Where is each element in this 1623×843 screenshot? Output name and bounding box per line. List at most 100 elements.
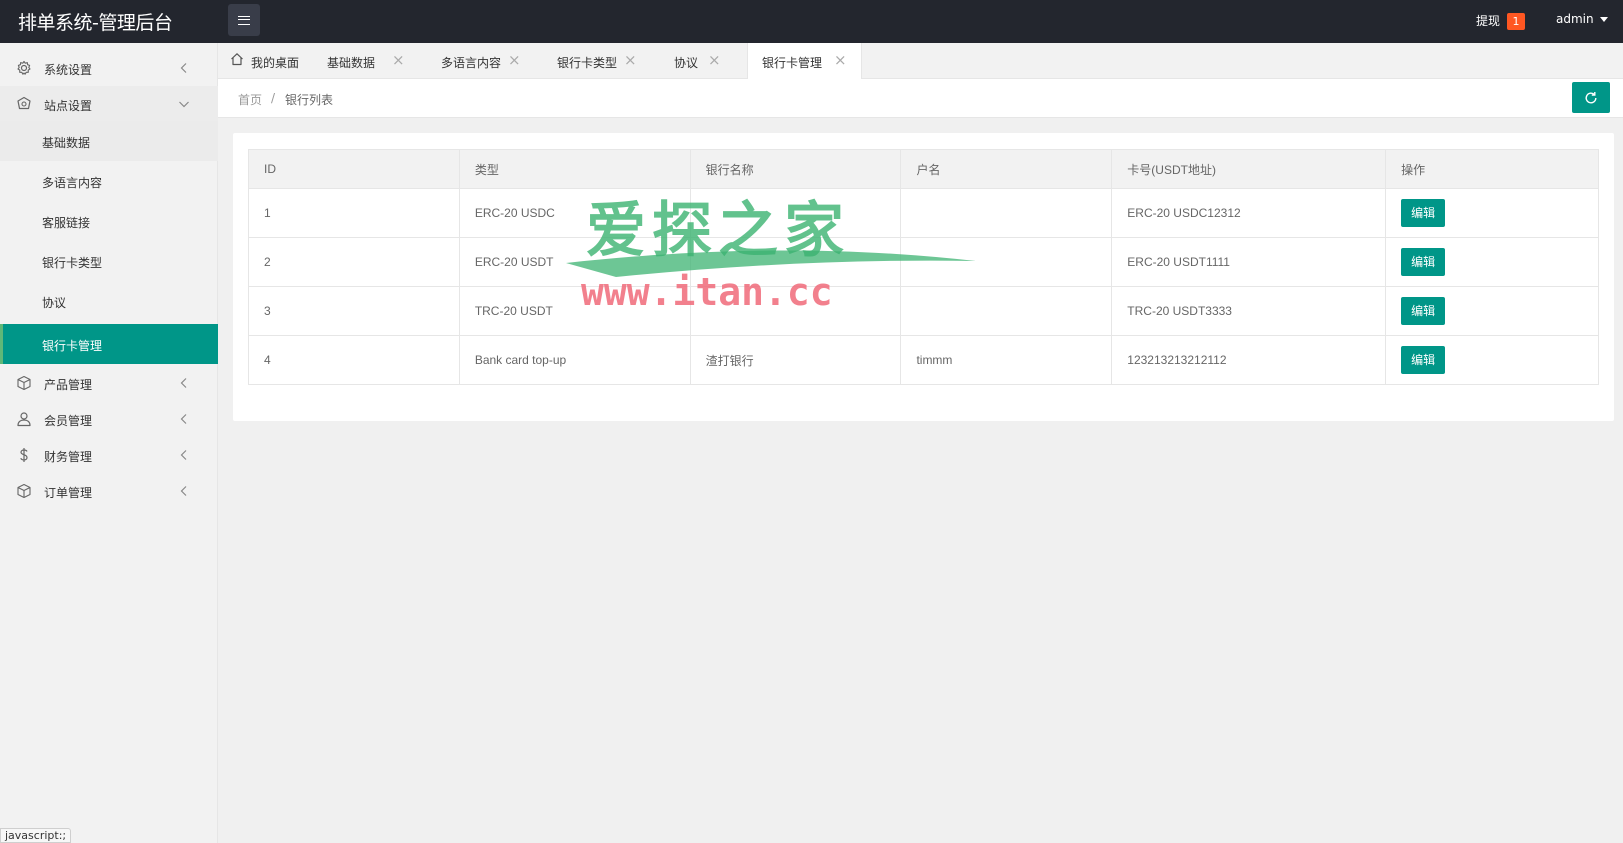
dollar-icon <box>16 447 32 463</box>
cell-id: 3 <box>248 286 460 336</box>
cell-account-holder: timmm <box>900 335 1113 385</box>
sidebar-item-finance[interactable]: 财务管理 <box>0 437 218 473</box>
close-icon[interactable]: × <box>708 51 721 69</box>
breadcrumb-current: 银行列表 <box>285 93 334 107</box>
sidebar-subitem-label: 基础数据 <box>42 136 91 150</box>
table-row: 4 Bank card top-up 渣打银行 timmm 1232132132… <box>248 335 1599 385</box>
tab-bar: 我的桌面 基础数据 × 多语言内容 × 银行卡类型 × 协议 × 银行卡管理 × <box>218 43 1623 80</box>
sidebar-item-label: 站点设置 <box>44 99 93 113</box>
refresh-icon <box>1584 91 1598 105</box>
sidebar-subitem-multilang[interactable]: 多语言内容 <box>0 161 218 201</box>
sidebar: 系统设置 站点设置 基础数据 多语言内容 客服链接 银行卡类型 协议 银行卡管理… <box>0 43 218 843</box>
tab-label: 多语言内容 <box>441 56 502 70</box>
tab-label: 协议 <box>674 56 699 70</box>
sidebar-item-label: 产品管理 <box>44 378 93 392</box>
tab-card-management[interactable]: 银行卡管理 × <box>747 43 862 80</box>
tab-label: 银行卡管理 <box>762 56 823 70</box>
withdraw-count-badge: 1 <box>1507 13 1525 30</box>
browser-status-bar: javascript:; <box>0 828 72 843</box>
column-header-id: ID <box>248 149 460 189</box>
sidebar-item-orders[interactable]: 订单管理 <box>0 473 218 509</box>
tab-label: 基础数据 <box>327 56 376 70</box>
edit-button[interactable]: 编辑 <box>1401 297 1446 325</box>
tab-desktop[interactable]: 我的桌面 <box>218 43 306 79</box>
sidebar-item-site-settings[interactable]: 站点设置 <box>0 86 218 122</box>
cell-type: ERC-20 USDC <box>458 188 691 238</box>
sidebar-subitem-agreement[interactable]: 协议 <box>0 281 218 321</box>
menu-toggle-button[interactable] <box>228 4 260 36</box>
cell-actions: 编辑 <box>1385 286 1599 336</box>
hamburger-icon <box>238 15 250 25</box>
tab-multilang[interactable]: 多语言内容 × <box>416 43 532 79</box>
chevron-left-icon <box>178 449 190 461</box>
sidebar-subitem-basic-data[interactable]: 基础数据 <box>0 121 218 161</box>
close-icon[interactable]: × <box>508 51 521 69</box>
close-icon[interactable]: × <box>834 51 847 69</box>
tab-label: 银行卡类型 <box>557 56 618 70</box>
close-icon[interactable]: × <box>624 51 637 69</box>
sidebar-subitem-label: 银行卡类型 <box>42 256 103 270</box>
box-icon <box>16 375 32 391</box>
sidebar-item-label: 财务管理 <box>44 450 93 464</box>
cell-id: 2 <box>248 237 460 287</box>
user-icon <box>16 411 32 427</box>
cell-type: ERC-20 USDT <box>458 237 691 287</box>
cell-bank-name <box>689 188 902 238</box>
cell-id: 1 <box>248 188 460 238</box>
cell-card-number: 123213213212112 <box>1111 335 1387 385</box>
content-card: ID 类型 银行名称 户名 卡号(USDT地址) 操作 1 ERC-20 USD… <box>233 133 1614 421</box>
cell-actions: 编辑 <box>1385 335 1599 385</box>
breadcrumb-home-link[interactable]: 首页 <box>238 91 262 108</box>
sidebar-item-label: 系统设置 <box>44 63 93 77</box>
edit-button[interactable]: 编辑 <box>1401 248 1446 276</box>
refresh-button[interactable] <box>1572 82 1610 113</box>
withdraw-link[interactable]: 提现 <box>1476 12 1500 29</box>
cell-bank-name <box>689 286 902 336</box>
sidebar-subitem-service-link[interactable]: 客服链接 <box>0 201 218 241</box>
cell-card-number: TRC-20 USDT3333 <box>1111 286 1387 336</box>
cell-bank-name <box>689 237 902 287</box>
chevron-left-icon <box>178 485 190 497</box>
cell-type: TRC-20 USDT <box>458 286 691 336</box>
site-icon <box>16 96 32 112</box>
tab-label: 我的桌面 <box>251 56 300 70</box>
tab-card-type[interactable]: 银行卡类型 × <box>532 43 650 79</box>
column-header-actions: 操作 <box>1385 149 1599 189</box>
caret-down-icon[interactable] <box>1600 17 1608 22</box>
sidebar-subitem-label: 多语言内容 <box>42 176 103 190</box>
cell-id: 4 <box>248 335 460 385</box>
sidebar-item-products[interactable]: 产品管理 <box>0 365 218 401</box>
cell-account-holder <box>900 188 1113 238</box>
sidebar-subitem-card-management[interactable]: 银行卡管理 <box>0 324 218 364</box>
edit-button[interactable]: 编辑 <box>1401 346 1446 374</box>
column-header-card-number: 卡号(USDT地址) <box>1111 149 1387 189</box>
table-row: 3 TRC-20 USDT TRC-20 USDT3333 编辑 <box>248 286 1599 336</box>
sidebar-subitem-label: 客服链接 <box>42 216 91 230</box>
user-menu[interactable]: admin <box>1556 12 1594 26</box>
app-title: 排单系统-管理后台 <box>18 12 173 34</box>
tab-basic-data[interactable]: 基础数据 × <box>306 43 416 79</box>
close-icon[interactable]: × <box>392 51 405 69</box>
gear-icon <box>16 60 32 76</box>
table-row: 2 ERC-20 USDT ERC-20 USDT1111 编辑 <box>248 237 1599 287</box>
table-header-row: ID 类型 银行名称 户名 卡号(USDT地址) 操作 <box>248 149 1599 189</box>
chevron-down-icon <box>178 98 190 110</box>
cell-actions: 编辑 <box>1385 188 1599 238</box>
cell-account-holder <box>900 286 1113 336</box>
edit-button[interactable]: 编辑 <box>1401 199 1446 227</box>
table-row: 1 ERC-20 USDC ERC-20 USDC12312 编辑 <box>248 188 1599 238</box>
cell-bank-name: 渣打银行 <box>689 335 902 385</box>
chevron-left-icon <box>178 413 190 425</box>
sidebar-item-members[interactable]: 会员管理 <box>0 401 218 437</box>
sidebar-subitem-card-type[interactable]: 银行卡类型 <box>0 241 218 281</box>
tab-agreement[interactable]: 协议 × <box>650 43 747 79</box>
column-header-type: 类型 <box>458 149 691 189</box>
chevron-left-icon <box>178 377 190 389</box>
top-header: 排单系统-管理后台 提现 1 admin <box>0 0 1623 43</box>
sidebar-item-label: 会员管理 <box>44 414 93 428</box>
sidebar-subitem-label: 协议 <box>42 296 67 310</box>
cell-card-number: ERC-20 USDC12312 <box>1111 188 1387 238</box>
sidebar-item-system-settings[interactable]: 系统设置 <box>0 50 218 86</box>
cell-account-holder <box>900 237 1113 287</box>
bank-list-table: ID 类型 银行名称 户名 卡号(USDT地址) 操作 1 ERC-20 USD… <box>248 149 1599 385</box>
